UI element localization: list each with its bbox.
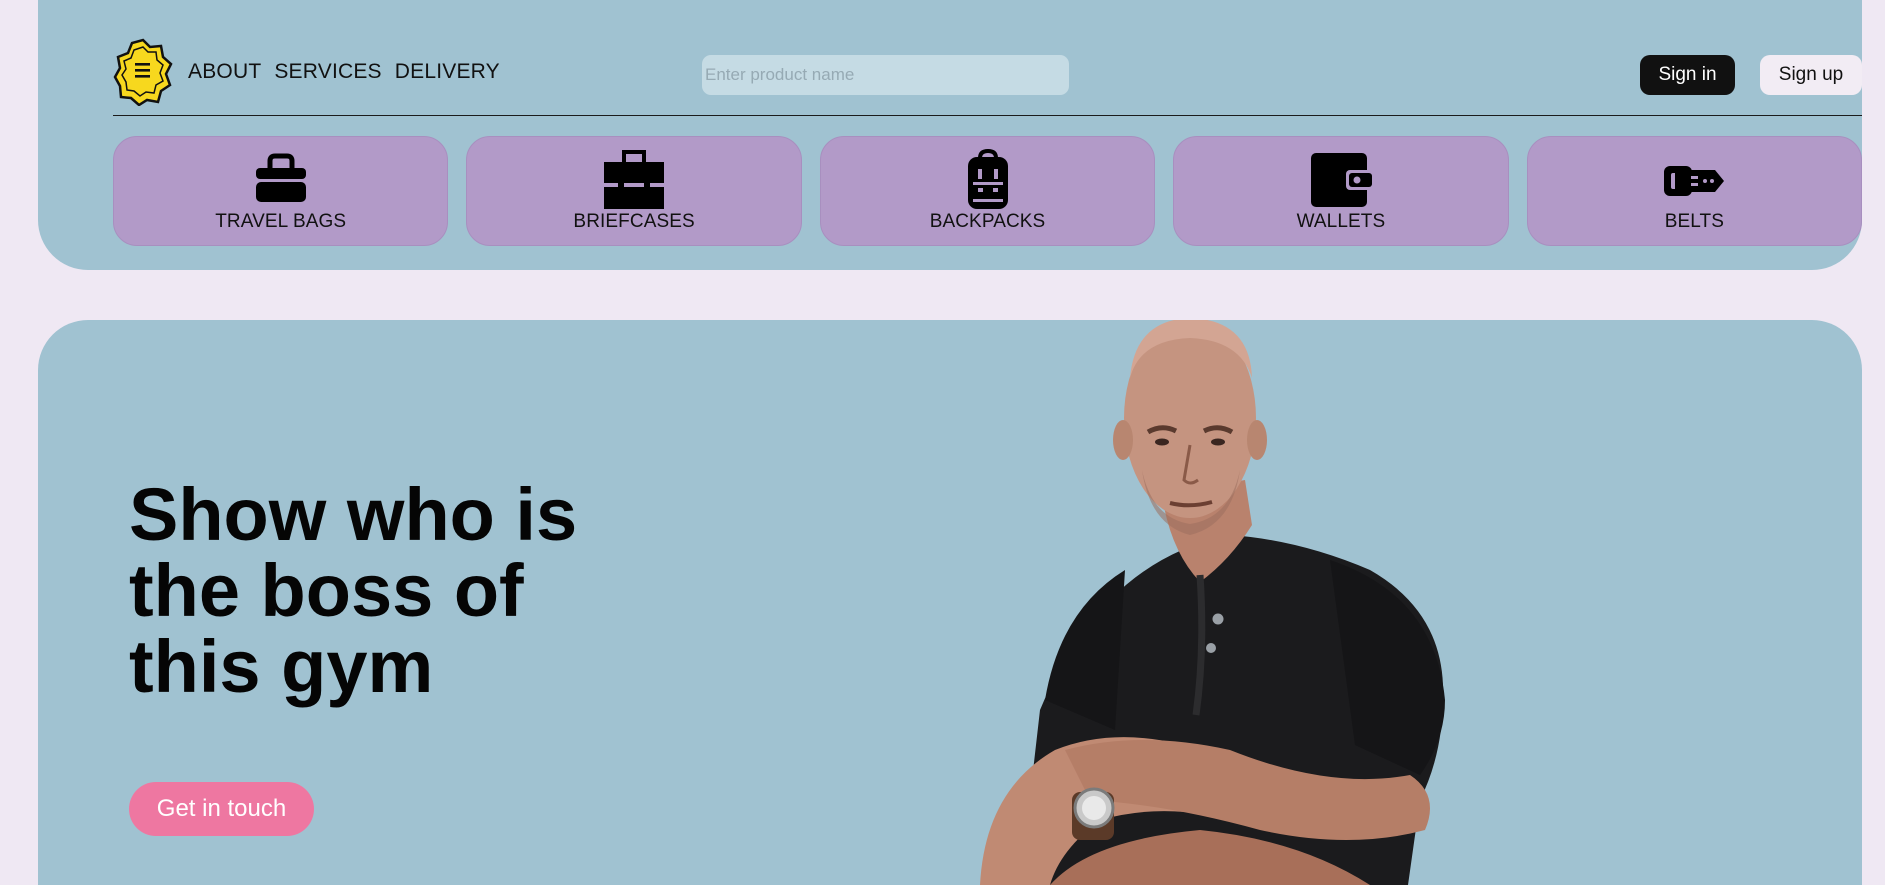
hero-section: Show who is the boss of this gym Get in … — [38, 320, 1862, 885]
category-belts[interactable]: BELTS — [1526, 136, 1863, 246]
header-divider — [113, 115, 1862, 116]
category-bar: TRAVEL BAGS BRIEFCASES BACKPACKS WALLETS… — [113, 136, 1863, 246]
category-wallets[interactable]: WALLETS — [1173, 136, 1509, 246]
search-input[interactable] — [702, 55, 1069, 95]
nav-link-services[interactable]: SERVICES — [274, 60, 381, 84]
travel-bag-icon — [255, 153, 306, 202]
top-bar: ABOUT SERVICES DELIVERY Sign in Sign up — [113, 38, 1862, 116]
category-briefcases[interactable]: BRIEFCASES — [466, 136, 802, 246]
category-label: BACKPACKS — [929, 211, 1046, 232]
hero-title-line: Show who is — [129, 473, 578, 556]
category-backpacks[interactable]: BACKPACKS — [819, 136, 1156, 246]
belt-icon — [1664, 166, 1725, 196]
get-in-touch-button[interactable]: Get in touch — [129, 782, 314, 836]
briefcase-icon — [604, 150, 665, 209]
main-nav: ABOUT SERVICES DELIVERY — [188, 60, 500, 84]
sign-up-button[interactable]: Sign up — [1760, 55, 1862, 95]
nav-link-about[interactable]: ABOUT — [188, 60, 261, 84]
hero-title-line: this gym — [129, 625, 434, 708]
category-label: WALLETS — [1296, 211, 1386, 232]
nav-link-delivery[interactable]: DELIVERY — [395, 60, 500, 84]
category-label: BRIEFCASES — [573, 211, 695, 232]
hero-photo — [980, 320, 1445, 885]
category-label: TRAVEL BAGS — [215, 211, 347, 232]
logo-icon[interactable] — [113, 38, 173, 106]
hero-title-line: the boss of — [129, 549, 524, 632]
category-label: BELTS — [1664, 211, 1724, 232]
sign-in-button[interactable]: Sign in — [1640, 55, 1735, 95]
backpack-icon — [967, 148, 1008, 209]
hero-title: Show who is the boss of this gym — [129, 477, 689, 705]
site-header: ABOUT SERVICES DELIVERY Sign in Sign up … — [38, 0, 1863, 270]
wallet-icon — [1310, 153, 1372, 207]
category-travel-bags[interactable]: TRAVEL BAGS — [113, 136, 449, 246]
